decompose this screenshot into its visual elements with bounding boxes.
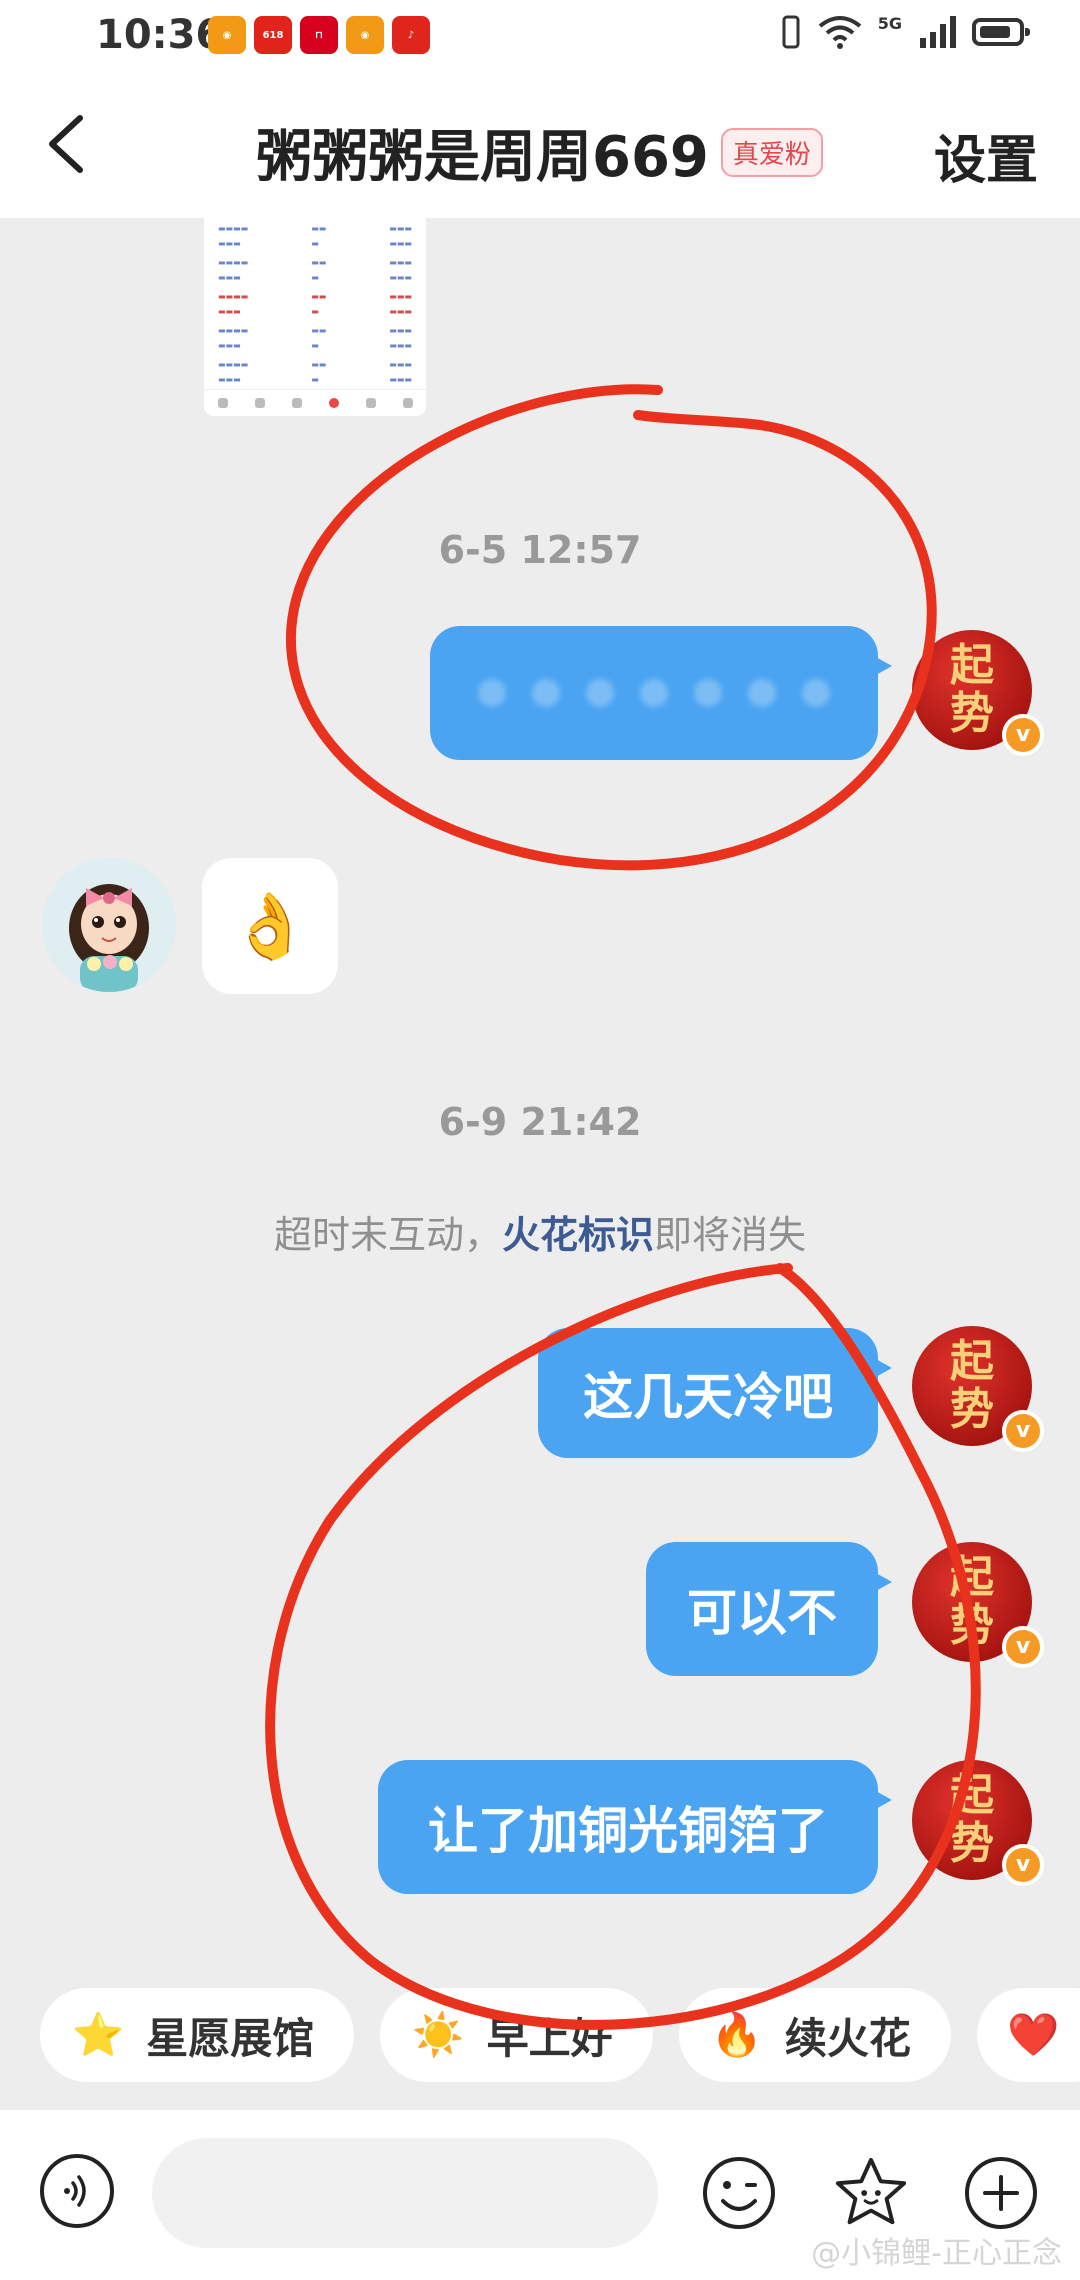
spark-identifier-link[interactable]: 火花标识 [502, 1213, 654, 1257]
girl-avatar-illustration [42, 858, 176, 992]
avatar-glyph: 起 [950, 1552, 994, 1603]
avatar-glyph: 势 [950, 1600, 994, 1651]
self-avatar[interactable]: 起 势 v [912, 1542, 1044, 1668]
verified-badge-icon: v [1002, 1844, 1044, 1886]
outgoing-message-bubble[interactable]: 让了加铜光铜箔了 [378, 1760, 892, 1894]
chip-continue-spark[interactable]: 🔥 续火花 [678, 1988, 951, 2082]
status-app-icons: ◉ 618 ⊓ ◉ ♪ [208, 16, 430, 54]
outgoing-message-bubble[interactable]: 可以不 [646, 1542, 892, 1676]
plus-circle-icon [965, 2157, 1037, 2229]
message-text: 让了加铜光铜箔了 [428, 1802, 828, 1860]
sticker-button[interactable] [832, 2154, 910, 2232]
chip-label: 早上好 [486, 2013, 613, 2063]
contact-avatar[interactable] [42, 858, 176, 992]
ok-hand-emoji: 👌 [230, 889, 310, 964]
avatar-glyph: 起 [950, 1770, 994, 1821]
message-timestamp: 6-5 12:57 [438, 528, 642, 572]
avatar-glyph: 势 [950, 1384, 994, 1435]
back-arrow-icon[interactable] [40, 112, 96, 176]
voice-wave-icon [64, 2175, 86, 2207]
verified-badge-icon: v [1002, 1626, 1044, 1668]
network-type: 5G [877, 14, 902, 33]
chip-heart[interactable]: ❤️ [976, 1988, 1080, 2082]
shared-screenshot-image[interactable]: ▬▬▬▬ ▬▬ ▬▬▬ ▬▬▬ ▬ ▬▬▬ ▬▬▬▬ ▬▬ ▬▬▬ ▬▬▬ ▬ ▬▬▬ ▬▬▬▬… [204, 218, 426, 416]
self-avatar[interactable]: 起 势 v [912, 630, 1044, 756]
chip-label: 星愿展馆 [146, 2013, 315, 2063]
blurred-text [478, 679, 830, 707]
chat-title: 粥粥粥是周周669 [256, 125, 709, 190]
618-app-icon: 618 [254, 16, 292, 54]
avatar-glyph: 势 [950, 1818, 994, 1869]
fire-icon: 🔥 [710, 2010, 763, 2059]
chat-title-group: 粥粥粥是周周669 真爱粉 [256, 112, 823, 193]
input-bar: @小锦鲤-正心正念 [0, 2110, 1080, 2280]
weibo-app-icon: ◉ [346, 16, 384, 54]
avatar-glyph: 起 [950, 1336, 994, 1387]
heart-icon: ❤️ [1006, 2010, 1060, 2059]
red-app-icon: ⊓ [300, 16, 338, 54]
status-indicators: 5G [780, 14, 1030, 50]
sun-icon: ☀️ [412, 2010, 465, 2059]
fan-badge: 真爱粉 [720, 128, 823, 177]
wifi-icon [818, 16, 861, 49]
netease-music-app-icon: ♪ [392, 16, 430, 54]
status-bar: 10:36 ◉ 618 ⊓ ◉ ♪ 5G [0, 0, 1080, 72]
chip-star-wish-gallery[interactable]: ⭐ 星愿展馆 [40, 1988, 355, 2082]
message-text: 这几天冷吧 [583, 1368, 833, 1426]
status-time: 10:36 [96, 12, 224, 58]
screenshot-tab-bar [204, 389, 426, 416]
avatar-glyph: 起 [950, 640, 994, 691]
more-options-button[interactable] [962, 2154, 1040, 2232]
message-input[interactable] [152, 2138, 658, 2248]
message-timestamp: 6-9 21:42 [438, 1100, 642, 1144]
settings-button[interactable]: 设置 [934, 118, 1038, 193]
chip-label: 续火花 [784, 2013, 911, 2063]
spark-expiry-notice: 超时未互动，火花标识即将消失 [0, 1204, 1080, 1259]
quick-reply-chips: ⭐ 星愿展馆 ☀️ 早上好 🔥 续火花 ❤️ [40, 1988, 1080, 2082]
smiley-face-icon [703, 2157, 775, 2229]
notice-text: 即将消失 [654, 1213, 807, 1257]
self-avatar[interactable]: 起 势 v [912, 1326, 1044, 1452]
verified-badge-icon: v [1002, 714, 1044, 756]
signal-icon [920, 16, 956, 48]
weibo-watermark: @小锦鲤-正心正念 [811, 2236, 1062, 2271]
notice-text: 超时未互动， [273, 1213, 502, 1257]
incoming-message-bubble[interactable]: 👌 [202, 858, 338, 994]
outgoing-message-bubble[interactable]: 这几天冷吧 [538, 1328, 892, 1458]
chip-good-morning[interactable]: ☀️ 早上好 [380, 1988, 653, 2082]
chat-header: 粥粥粥是周周669 真爱粉 设置 [0, 72, 1080, 218]
verified-badge-icon: v [1002, 1410, 1044, 1452]
vibrate-icon [782, 15, 800, 49]
battery-icon [972, 18, 1030, 46]
voice-input-button[interactable] [40, 2154, 114, 2228]
star-face-icon [835, 2157, 907, 2225]
star-icon: ⭐ [72, 2010, 125, 2059]
message-text: 可以不 [687, 1584, 837, 1642]
blurred-message-bubble[interactable] [430, 626, 892, 760]
self-avatar[interactable]: 起 势 v [912, 1760, 1044, 1886]
emoji-button[interactable] [700, 2154, 778, 2232]
weibo-app-icon: ◉ [208, 16, 246, 54]
avatar-glyph: 势 [950, 688, 994, 739]
